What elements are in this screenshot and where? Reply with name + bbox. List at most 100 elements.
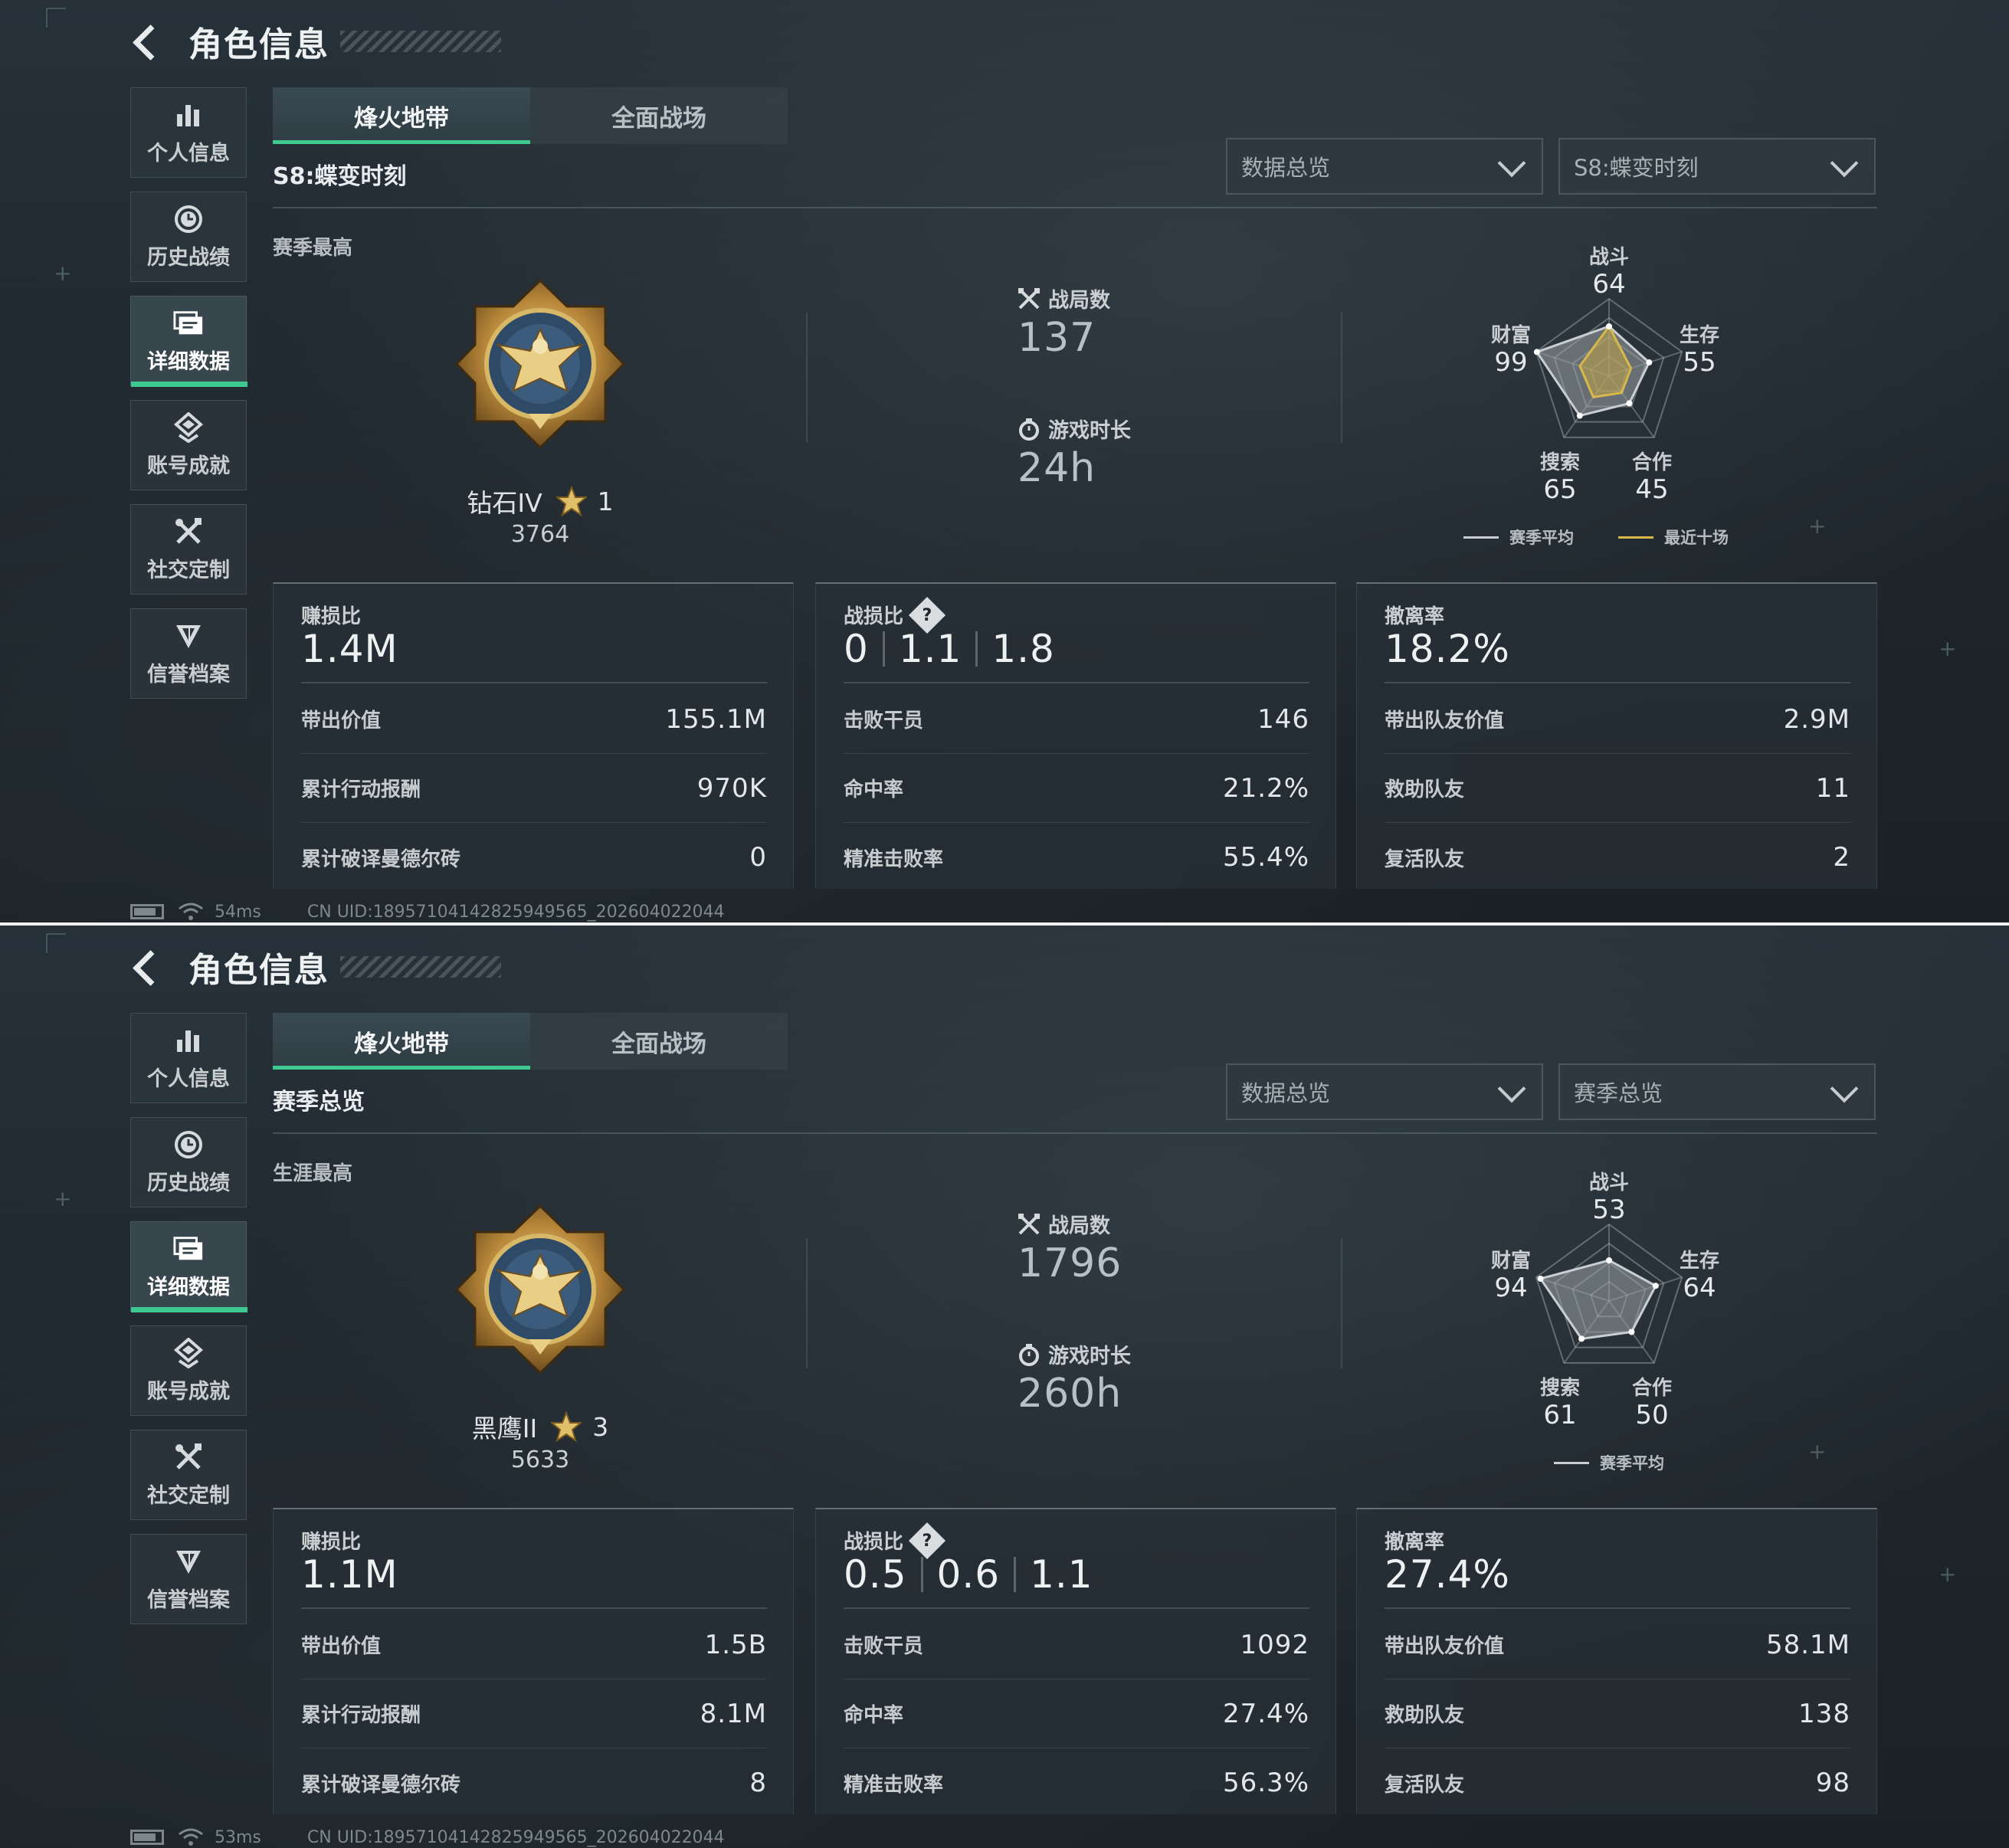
playtime-value: 24h: [1018, 445, 1096, 491]
playtime-value: 260h: [1018, 1371, 1122, 1417]
card-main-value: 1.4M: [301, 627, 398, 671]
sidebar-item-achievements[interactable]: 账号成就: [130, 400, 247, 490]
radar-axis-value: 64: [1592, 269, 1625, 300]
legend-swatch: [1554, 1461, 1589, 1464]
tab-hazard-zone[interactable]: 烽火地带: [273, 1013, 530, 1070]
season-subtitle: S8:蝶变时刻: [273, 163, 407, 190]
row-value: 155.1M: [665, 703, 767, 735]
data-category-dropdown[interactable]: 数据总览: [1226, 1063, 1543, 1120]
season-dropdown[interactable]: S8:蝶变时刻: [1558, 138, 1876, 195]
extraction-rate-card: 撤离率 18.2% 带出队友价值 2.9M 救助队友 11 复活队友 2: [1356, 582, 1877, 889]
row-value: 1092: [1240, 1629, 1309, 1660]
section-divider: [1341, 313, 1342, 443]
sidebar-item-detail-data[interactable]: 详细数据: [130, 1221, 247, 1312]
title-decoration: [340, 31, 501, 52]
wifi-icon: [179, 903, 203, 920]
games-played-label: 战局数: [1048, 289, 1110, 313]
data-category-dropdown[interactable]: 数据总览: [1226, 138, 1543, 195]
folder-icon: [173, 1234, 204, 1264]
sidebar-item-achievements[interactable]: 账号成就: [130, 1325, 247, 1416]
sidebar: 个人信息 历史战绩 详细数据 账号成就 社交定制 信誉档案: [130, 1013, 247, 1638]
clock-icon: [173, 1129, 204, 1160]
row-label: 救助队友: [1385, 778, 1465, 801]
legend-swatch: [1618, 536, 1653, 539]
radar-axis-label: 搜索: [1540, 451, 1580, 474]
ratio-value: 1.1: [1030, 1552, 1093, 1597]
sidebar-item-personal-info[interactable]: 个人信息: [130, 87, 247, 178]
dropdown-value: S8:蝶变时刻: [1574, 155, 1699, 181]
card-title-row: 战损比 ?: [844, 596, 946, 634]
card-main-value: 27.4%: [1385, 1552, 1510, 1597]
battery-icon: [130, 904, 164, 919]
radar-point: [1652, 1283, 1659, 1289]
row-value: 970K: [696, 772, 767, 804]
ping-text: 54ms: [215, 902, 261, 922]
radar-series-season-average: [1539, 1259, 1657, 1340]
radar-axis-value: 55: [1683, 347, 1716, 378]
decoration-plus: +: [1808, 513, 1827, 539]
sidebar-item-detail-data[interactable]: 详细数据: [130, 296, 247, 387]
card-row: 带出队友价值 2.9M: [1385, 685, 1850, 754]
radar-legend: 赛季平均: [1554, 1451, 1709, 1474]
radar-point: [1537, 1275, 1544, 1282]
sidebar-item-social[interactable]: 社交定制: [130, 1430, 247, 1520]
sidebar-item-history[interactable]: 历史战绩: [130, 1117, 247, 1207]
playtime-label-row: 游戏时长: [1018, 1339, 1131, 1369]
card-title: 撤离率: [1385, 605, 1445, 628]
playtime-stat: 游戏时长 24h: [1018, 414, 1131, 491]
tab-hazard-zone[interactable]: 烽火地带: [273, 87, 530, 144]
row-value: 2.9M: [1783, 703, 1850, 735]
card-divider: [844, 1607, 1309, 1609]
row-label: 带出队友价值: [1385, 1635, 1505, 1658]
achievement-icon: [173, 1337, 204, 1368]
sidebar-item-credit[interactable]: 信誉档案: [130, 1534, 247, 1624]
games-played-label-row: 战局数: [1018, 283, 1110, 313]
tab-full-battlefield[interactable]: 全面战场: [530, 1013, 788, 1070]
row-label: 累计破译曼德尔砖: [301, 847, 461, 871]
sidebar-item-social[interactable]: 社交定制: [130, 504, 247, 595]
row-value: 138: [1798, 1698, 1850, 1729]
legend-label: 赛季平均: [1509, 529, 1574, 547]
playtime-label: 游戏时长: [1048, 419, 1131, 443]
sidebar-item-credit[interactable]: 信誉档案: [130, 608, 247, 699]
playtime-stat: 游戏时长 260h: [1018, 1339, 1131, 1417]
tab-full-battlefield[interactable]: 全面战场: [530, 87, 788, 144]
row-value: 56.3%: [1222, 1768, 1309, 1798]
card-row: 复活队友 98: [1385, 1748, 1850, 1817]
chevron-left-icon[interactable]: [130, 24, 166, 59]
sidebar-item-label: 个人信息: [147, 1067, 230, 1091]
season-dropdown[interactable]: 赛季总览: [1558, 1063, 1876, 1120]
rank-row: 黑鹰II 3: [383, 1408, 697, 1445]
row-value: 146: [1257, 703, 1309, 735]
sidebar-item-personal-info[interactable]: 个人信息: [130, 1013, 247, 1103]
row-label: 精准击败率: [844, 1773, 944, 1797]
card-row: 累计破译曼德尔砖 0: [301, 823, 767, 892]
achievement-icon: [173, 411, 204, 443]
crossed-tools-icon: [173, 1442, 204, 1473]
kd-ratio-card: 战损比 ? 0 1.1 1.8 击败干员 146 命中率 21.2% 精准击败率 55…: [815, 582, 1336, 889]
ratio-value: 0: [844, 627, 869, 671]
uid-text: CN UID:18957104142825949565_202604022044: [306, 1827, 725, 1847]
legend-label: 最近十场: [1664, 529, 1729, 547]
legend-swatch: [1463, 536, 1499, 539]
star-icon: [556, 486, 587, 516]
stopwatch-icon: [1019, 1343, 1039, 1366]
card-row: 带出价值 1.5B: [301, 1610, 767, 1679]
dropdown-value: 数据总览: [1241, 155, 1331, 181]
sidebar-item-label: 历史战绩: [147, 245, 230, 270]
sidebar-item-label: 社交定制: [147, 558, 230, 582]
chevron-left-icon[interactable]: [130, 949, 166, 985]
extraction-rate-card: 撤离率 27.4% 带出队友价值 58.1M 救助队友 138 复活队友 98: [1356, 1508, 1877, 1814]
kd-ratios: 0.5 0.6 1.1: [844, 1552, 1093, 1597]
star-icon: [551, 1411, 582, 1442]
radar-axis-label: 财富: [1491, 1249, 1531, 1273]
kd-ratio-card: 战损比 ? 0.5 0.6 1.1 击败干员 1092 命中率 27.4% 精准击败…: [815, 1508, 1336, 1814]
sidebar-item-history[interactable]: 历史战绩: [130, 192, 247, 282]
top-bar: 角色信息: [130, 942, 501, 991]
card-title: 撤离率: [1385, 1531, 1445, 1554]
radar-axis-label: 战斗: [1589, 1171, 1629, 1194]
card-row: 击败干员 1092: [844, 1610, 1309, 1679]
rank-stars: 3: [592, 1411, 609, 1442]
folder-icon: [173, 308, 204, 339]
card-main-value: 1.1M: [301, 1552, 398, 1597]
